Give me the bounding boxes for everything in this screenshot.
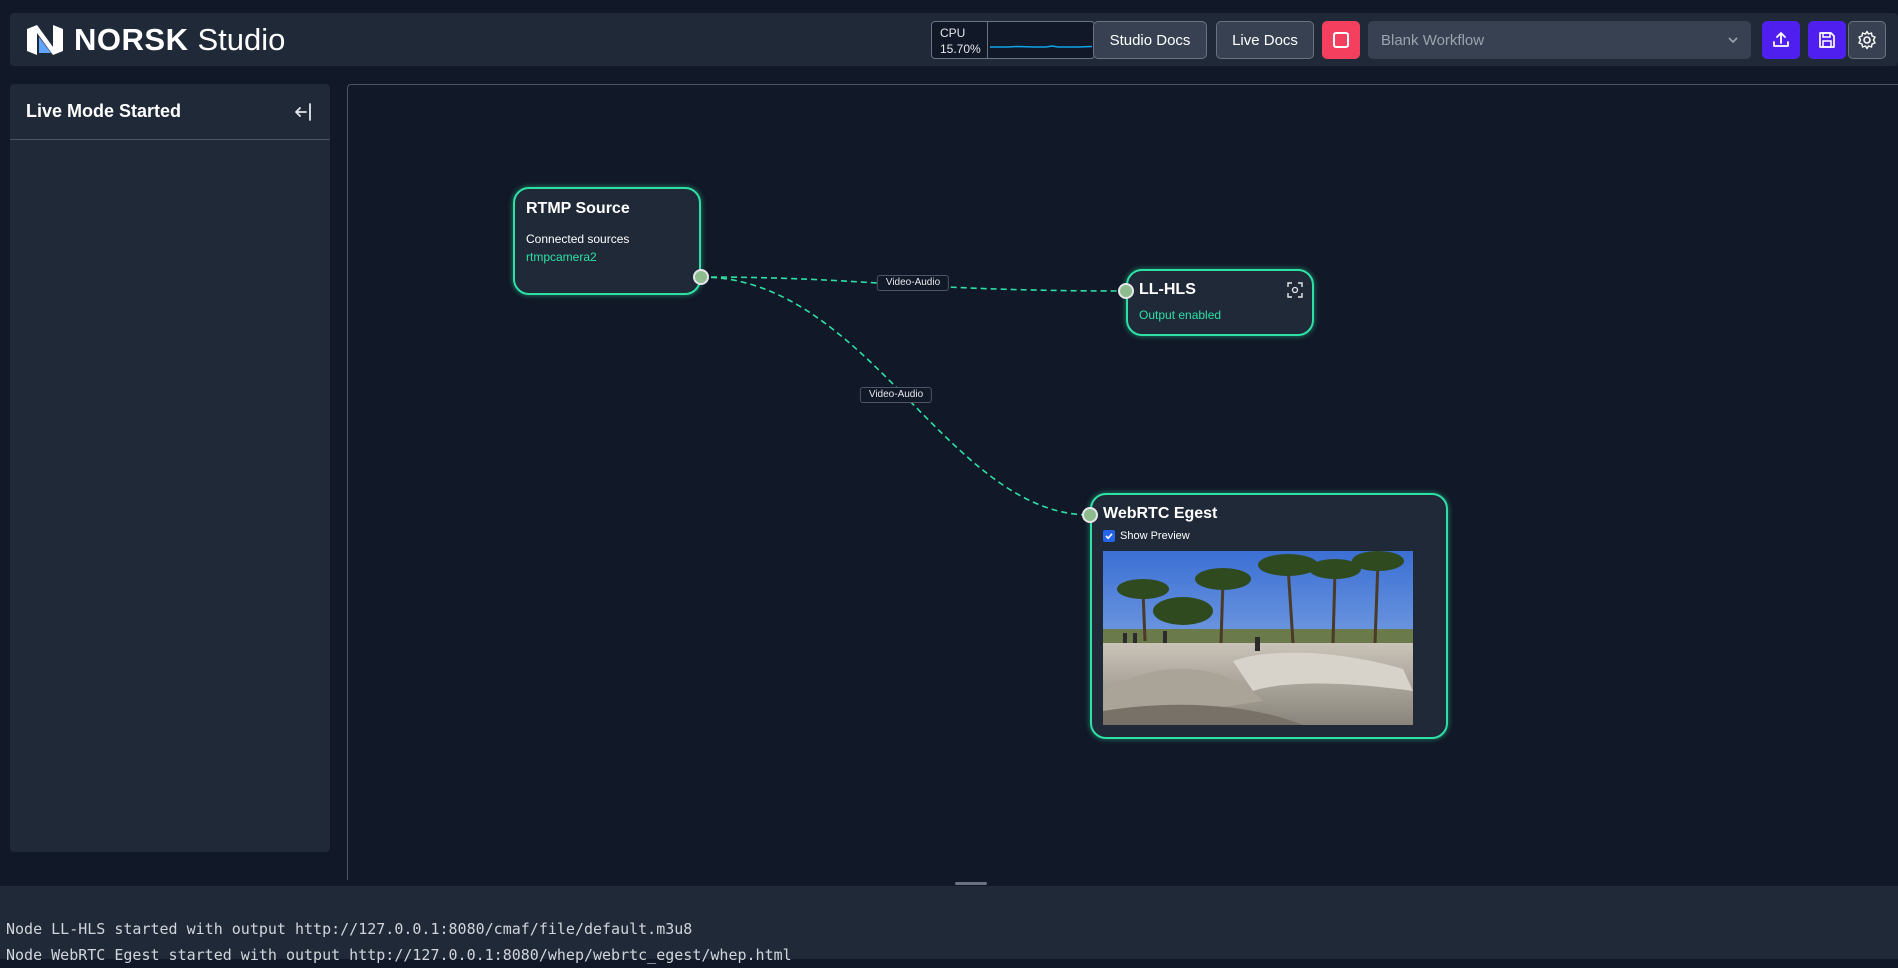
check-icon [1105,533,1113,540]
app-logo: NORSK Studio [25,22,285,58]
stop-icon [1333,32,1349,48]
node-title: LL-HLS [1139,281,1196,298]
live-docs-button[interactable]: Live Docs [1216,21,1314,59]
norsk-logo-icon [27,25,63,55]
save-button[interactable] [1808,21,1846,59]
resize-grip-icon [955,882,987,885]
workflow-canvas[interactable]: Video-Audio Video-Audio RTMP Source Conn… [347,84,1898,880]
node-ll-hls[interactable]: LL-HLS Output enabled [1126,269,1314,336]
sidebar-header: Live Mode Started [10,84,330,140]
upload-button[interactable] [1762,21,1800,59]
top-bar: NORSK Studio CPU 15.70% Studio Docs Live… [10,13,1898,66]
chevron-down-icon [1728,37,1738,44]
video-preview[interactable] [1103,551,1413,725]
show-preview-label: Show Preview [1120,530,1190,542]
node-rtmp-source[interactable]: RTMP Source Connected sources rtmpcamera… [513,187,701,295]
sidebar-panel: Live Mode Started [10,84,330,852]
edge-label[interactable]: Video-Audio [859,387,933,403]
cpu-label: CPU [940,26,966,40]
logo-app-name: Studio [197,22,286,57]
workflow-select-value: Blank Workflow [1381,31,1485,49]
input-handle[interactable] [1082,507,1098,523]
scan-icon[interactable] [1287,282,1303,298]
log-line: Node WebRTC Egest started with output ht… [6,946,792,964]
show-preview-row[interactable]: Show Preview [1103,530,1190,542]
log-panel: Node LL-HLS started with output http://1… [0,886,1898,964]
workflow-select[interactable]: Blank Workflow [1368,21,1751,59]
logo-word: NORSK [74,22,189,57]
stop-live-button[interactable] [1322,21,1360,59]
cpu-value: 15.70% [940,42,981,56]
save-icon [1819,32,1835,48]
cpu-graph [988,22,1094,58]
log-line: Node LL-HLS started with output http://1… [6,920,693,938]
input-handle[interactable] [1118,283,1134,299]
source-name: rtmpcamera2 [526,250,597,264]
connected-sources-label: Connected sources [526,232,630,246]
cpu-readout: CPU 15.70% [932,22,988,58]
node-title: WebRTC Egest [1103,505,1218,522]
gear-icon [1858,30,1876,50]
node-webrtc-egest[interactable]: WebRTC Egest Show Preview [1090,493,1448,739]
cpu-monitor: CPU 15.70% [931,21,1095,59]
studio-docs-button[interactable]: Studio Docs [1093,21,1207,59]
output-status: Output enabled [1139,308,1222,322]
sidebar-title: Live Mode Started [26,101,182,121]
collapse-sidebar-icon[interactable] [292,101,314,123]
node-title: RTMP Source [526,200,630,217]
show-preview-checkbox[interactable] [1103,530,1115,542]
settings-button[interactable] [1848,21,1886,59]
upload-icon [1773,32,1789,47]
edge-label[interactable]: Video-Audio [876,275,950,291]
output-handle[interactable] [693,269,709,285]
